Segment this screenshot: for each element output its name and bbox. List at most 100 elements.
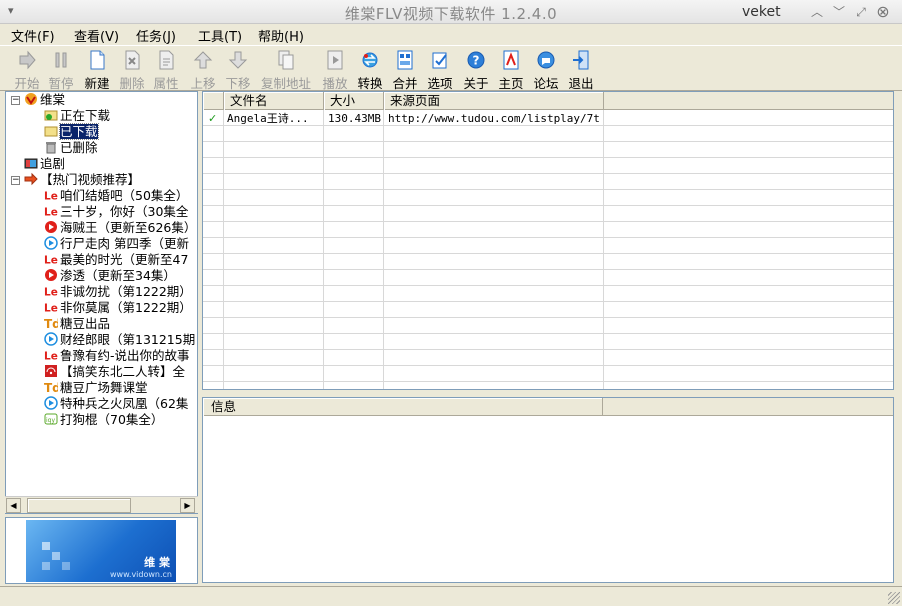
exit-button[interactable]: 退出: [566, 49, 596, 91]
resize-grip-icon[interactable]: [888, 592, 900, 604]
tree-item-hot[interactable]: 【热门视频推荐】: [24, 172, 140, 188]
homepage-icon: [503, 50, 519, 70]
le-logo-icon: Le: [44, 350, 58, 362]
delete-button[interactable]: 删除: [117, 49, 147, 91]
le-logo-icon: Le: [44, 206, 58, 218]
about-button[interactable]: ? 关于: [461, 49, 491, 91]
forum-icon: [537, 51, 555, 69]
youku-logo-icon: [44, 396, 58, 410]
tree-collapse-toggle[interactable]: −: [11, 96, 20, 105]
tree-item-root[interactable]: 维棠: [24, 92, 65, 108]
start-button[interactable]: 开始: [12, 49, 42, 91]
pause-button[interactable]: 暂停: [46, 49, 76, 91]
trash-icon: [46, 142, 56, 154]
options-button[interactable]: 选项: [425, 49, 455, 91]
hot-video-item[interactable]: 海贼王（更新至626集）: [44, 220, 196, 236]
downloading-folder-icon: [44, 110, 58, 121]
video-site-logo-icon: [45, 365, 57, 377]
hot-video-item[interactable]: Le 最美的时光（更新至47: [44, 252, 188, 268]
ad-banner[interactable]: 维 棠 www.vidown.cn: [5, 517, 198, 584]
le-logo-icon: Le: [44, 190, 58, 202]
tv-icon: [24, 158, 38, 169]
hot-video-item[interactable]: 财经郎眼（第131215期: [44, 332, 195, 348]
move-up-button[interactable]: 上移: [188, 49, 218, 91]
hot-video-item[interactable]: Le 鲁豫有约-说出你的故事: [44, 348, 190, 364]
iqiyi-logo-icon: iqy: [44, 413, 58, 425]
hot-video-item[interactable]: 渗透（更新至34集）: [44, 268, 176, 284]
new-file-icon: [90, 50, 105, 70]
tree-horizontal-scrollbar[interactable]: ◀ ▶: [5, 496, 198, 513]
download-list[interactable]: 文件名 大小 来源页面 ✓ Angela王诗... 130.43MB http:…: [202, 91, 894, 390]
restore-icon[interactable]: ﹀: [830, 3, 848, 21]
tangdou-logo-icon: Td: [44, 381, 58, 394]
play-arrow-icon: [19, 50, 36, 70]
hot-video-item[interactable]: Td糖豆广场舞课堂: [44, 380, 148, 396]
new-task-button[interactable]: 新建: [82, 49, 112, 91]
row-size: 130.43MB: [328, 112, 381, 125]
banner-grid-graphic: [42, 542, 70, 570]
hot-video-item[interactable]: iqy 打狗棍（70集全）: [44, 412, 163, 428]
column-status[interactable]: [203, 92, 224, 110]
info-panel[interactable]: 信息: [202, 397, 894, 583]
hot-video-item[interactable]: 特种兵之火凤凰（62集: [44, 396, 188, 412]
hot-video-item[interactable]: 行尸走肉 第四季（更新: [44, 236, 189, 252]
scroll-right-icon[interactable]: ▶: [180, 498, 195, 513]
le-logo-icon: Le: [44, 302, 58, 314]
menu-file[interactable]: 文件(F): [11, 26, 55, 45]
youku-logo-icon: [44, 332, 58, 346]
tree-item-downloaded[interactable]: 已下载: [44, 123, 99, 140]
user-name: veket: [742, 4, 781, 20]
move-down-icon: [228, 51, 248, 69]
svg-text:Td: Td: [44, 381, 58, 394]
tree-item-deleted[interactable]: 已删除: [44, 140, 98, 156]
menu-tools[interactable]: 工具(T): [198, 26, 242, 45]
menu-view[interactable]: 查看(V): [74, 26, 119, 45]
title-bar: ▾ 维棠FLV视频下载软件 1.2.4.0 veket ︿ ﹀ ⤢ ⊗: [0, 0, 902, 24]
tudou-logo-icon: [45, 269, 57, 281]
hot-video-item[interactable]: Le 非诚勿扰（第1222期）: [44, 284, 192, 300]
svg-text:?: ?: [473, 54, 480, 68]
menu-task[interactable]: 任务(J): [136, 26, 176, 45]
move-down-button[interactable]: 下移: [223, 49, 253, 91]
svg-text:Le: Le: [44, 190, 58, 202]
forum-button[interactable]: 论坛: [531, 49, 561, 91]
minimize-icon[interactable]: ︿: [808, 3, 826, 21]
tree-item-downloading[interactable]: 正在下载: [44, 108, 110, 124]
svg-text:Le: Le: [44, 350, 58, 362]
scroll-left-icon[interactable]: ◀: [6, 498, 21, 513]
copy-address-button[interactable]: 复制地址: [258, 49, 314, 91]
menu-bar: 文件(F) 查看(V) 任务(J) 工具(T) 帮助(H): [0, 24, 902, 45]
homepage-button[interactable]: 主页: [496, 49, 526, 91]
hot-video-item[interactable]: Le 非你莫属（第1222期）: [44, 300, 192, 316]
properties-button[interactable]: 属性: [151, 49, 181, 91]
tree-collapse-toggle-hot[interactable]: −: [11, 176, 20, 185]
vidown-logo-icon: [25, 93, 37, 105]
copy-icon: [278, 50, 294, 70]
hot-video-item[interactable]: Le 三十岁，你好（30集全: [44, 204, 188, 220]
convert-button[interactable]: 转换: [355, 49, 385, 91]
menu-help[interactable]: 帮助(H): [258, 26, 304, 45]
hot-video-item[interactable]: 【搞笑东北二人转】全: [44, 364, 185, 380]
hot-video-item[interactable]: Td糖豆出品: [44, 316, 110, 332]
column-filename[interactable]: 文件名: [224, 92, 324, 110]
close-icon[interactable]: ⊗: [874, 3, 892, 21]
hot-video-item[interactable]: Le 咱们结婚吧（50集全）: [44, 188, 188, 204]
options-icon: [432, 52, 447, 69]
tudou-logo-icon: [45, 221, 57, 233]
play-button[interactable]: 播放: [320, 49, 350, 91]
category-tree[interactable]: − 维棠 正在下载 已下载 已删除 追剧 − 【热门视频推荐】 Le 咱们结婚吧（…: [5, 91, 198, 514]
status-bar: [0, 586, 902, 606]
convert-icon: [362, 52, 378, 68]
column-size[interactable]: 大小: [324, 92, 384, 110]
properties-icon: [159, 50, 174, 70]
help-icon: ?: [467, 51, 485, 69]
scroll-thumb[interactable]: [27, 498, 131, 513]
column-source[interactable]: 来源页面: [384, 92, 604, 110]
banner-brand: 维 棠: [144, 556, 170, 569]
le-logo-icon: Le: [44, 254, 58, 266]
maximize-icon[interactable]: ⤢: [852, 3, 870, 21]
tree-item-drama[interactable]: 追剧: [24, 156, 65, 172]
merge-button[interactable]: 合并: [390, 49, 420, 91]
banner-image: 维 棠 www.vidown.cn: [26, 520, 176, 582]
svg-text:Le: Le: [44, 286, 58, 298]
